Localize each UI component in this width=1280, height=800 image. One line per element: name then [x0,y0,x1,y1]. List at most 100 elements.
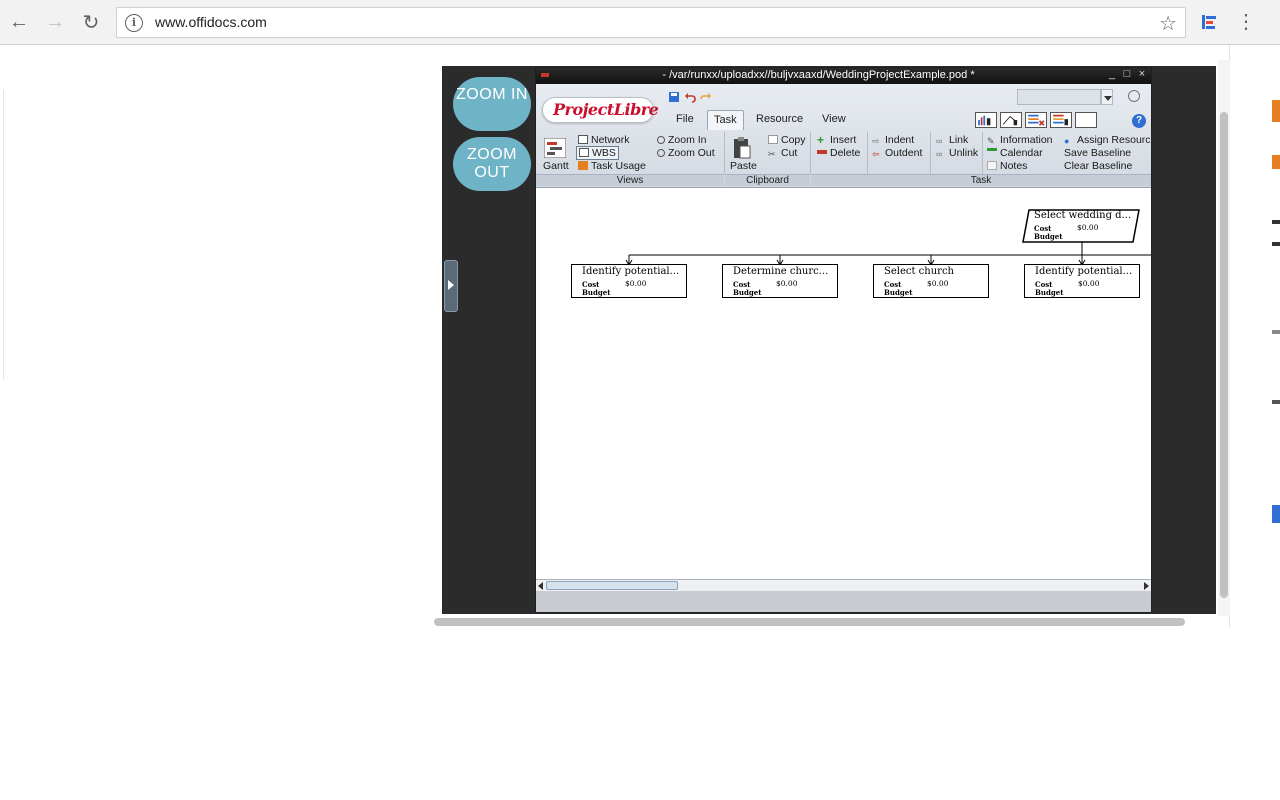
reload-icon[interactable]: ↻ [79,10,103,34]
zoom-in-button[interactable]: ZOOM IN [453,77,531,131]
ribbon-separator [810,132,811,174]
wbs-canvas[interactable]: Select wedding d... Cost $0.00 Budget Id… [536,187,1151,579]
scroll-right-icon[interactable] [1144,582,1149,590]
window-title: - /var/runxx/uploadxx//buljvxaaxd/Weddin… [662,69,975,81]
outdent-button[interactable]: ⇦ Outdent [872,147,922,159]
wbs-task-node[interactable]: Identify potential... Cost $0.00 Budget [571,264,687,298]
search-input[interactable] [1017,89,1101,105]
paste-button[interactable]: Paste [730,160,757,172]
wbs-task-node[interactable]: Identify potential... Cost $0.00 Budget [1024,264,1140,298]
tab-file[interactable]: File [670,110,700,130]
cost-value: $0.00 [776,279,798,288]
information-icon: ✎ [987,136,995,146]
copy-button[interactable]: Copy [768,134,806,146]
scroll-left-icon[interactable] [538,582,543,590]
histogram-view-icon[interactable] [975,112,997,128]
clear-baseline-button[interactable]: Clear Baseline [1064,160,1132,172]
notes-button[interactable]: Notes [987,160,1027,172]
wbs-button[interactable]: WBS [576,146,619,160]
budget-label: Budget [733,288,762,297]
unlink-icon: ∞ [936,149,943,159]
redo-icon[interactable] [700,91,712,103]
minus-icon [817,150,827,154]
gantt-button[interactable]: Gantt [543,160,569,172]
network-button[interactable]: Network [578,134,630,146]
bookmark-star-icon[interactable]: ☆ [1159,11,1177,36]
insert-button[interactable]: + Insert [817,134,856,146]
link-label: Link [949,134,969,146]
canvas-horizontal-scrollbar[interactable] [536,579,1151,591]
zoom-out-button[interactable]: ZOOM OUT [453,137,531,191]
budget-label: Budget [1035,288,1064,297]
vertical-scroll-thumb[interactable] [1220,112,1228,598]
tab-resource[interactable]: Resource [750,110,809,130]
link-button[interactable]: ∞ Link [936,134,968,146]
more-menu-icon[interactable]: ⋮ [1236,10,1256,34]
gantt-icon[interactable] [544,138,566,158]
cost-value: $0.00 [625,279,647,288]
wbs-task-node[interactable]: Select church Cost $0.00 Budget [873,264,989,298]
task-usage-button[interactable]: Task Usage [578,160,646,172]
zoom-out-ribbon-button[interactable]: Zoom Out [657,147,715,159]
side-panel-toggle[interactable] [444,260,458,312]
budget-label: Budget [884,288,913,297]
close-button[interactable]: × [1136,68,1148,80]
back-icon[interactable]: ← [7,10,31,34]
task-title: Select wedding d... [1034,210,1132,221]
wbs-summary-task[interactable]: Select wedding d... Cost $0.00 Budget [1024,209,1140,243]
assign-resources-button[interactable]: ● Assign Resourc [1064,134,1150,146]
chart-view-icon[interactable] [1000,112,1022,128]
maximize-button[interactable]: □ [1121,68,1133,80]
delete-button[interactable]: Delete [817,147,860,159]
unlink-label: Unlink [949,147,979,159]
globe-icon[interactable] [1128,90,1140,102]
canvas-scroll-thumb[interactable] [546,581,678,590]
insert-label: Insert [830,134,857,146]
plus-icon: + [817,133,825,147]
minimize-button[interactable]: _ [1106,68,1118,80]
url-text[interactable]: www.offidocs.com [155,14,267,30]
unlink-button[interactable]: ∞ Unlink [936,147,978,159]
magnifier-minus-icon [657,149,665,157]
indent-label: Indent [885,134,915,146]
undo-icon[interactable] [684,91,696,103]
info-icon[interactable]: i [125,14,143,32]
resource-usage-view-icon[interactable] [1050,112,1072,128]
address-bar[interactable]: i www.offidocs.com ☆ [116,7,1186,38]
ribbon-separator [930,132,931,174]
paste-icon[interactable] [732,136,752,160]
task-usage-icon [578,161,588,170]
task-title: Identify potential... [1035,266,1133,277]
save-baseline-button[interactable]: Save Baseline [1064,147,1131,159]
blank-view-icon[interactable] [1075,112,1097,128]
cut-button[interactable]: ✂ Cut [768,147,797,159]
task-title: Identify potential... [582,266,680,277]
assign-resources-icon: ● [1064,136,1070,146]
calendar-icon [987,148,997,151]
tab-task[interactable]: Task [707,110,744,130]
ribbon-separator [724,132,725,174]
ribbon-separator [867,132,868,174]
zoom-in-ribbon-button[interactable]: Zoom In [657,134,707,146]
information-button[interactable]: ✎ Information [987,134,1053,146]
extension-icon[interactable] [1200,12,1220,32]
tab-view[interactable]: View [816,110,852,130]
delete-label: Delete [830,147,861,159]
forward-icon[interactable]: → [43,10,67,34]
horizontal-scroll-thumb[interactable] [434,618,1185,626]
task-usage-view-icon[interactable] [1025,112,1047,128]
app-status-area [536,591,1151,612]
search-dropdown-button[interactable] [1101,89,1113,105]
offscreen-content-edge [1272,60,1280,530]
calendar-button[interactable]: Calendar [987,147,1043,159]
save-icon[interactable] [668,91,680,103]
magnifier-plus-icon [657,136,665,144]
logo-text: ProjectLibre [553,100,659,119]
projectlibre-window: - /var/runxx/uploadxx//buljvxaaxd/Weddin… [535,67,1152,613]
cut-label: Cut [781,147,798,159]
budget-label: Budget [582,288,611,297]
wbs-task-node[interactable]: Determine churc... Cost $0.00 Budget [722,264,838,298]
wbs-label: WBS [592,147,616,159]
help-icon[interactable]: ? [1132,114,1146,128]
indent-button[interactable]: ⇨ Indent [872,134,914,146]
